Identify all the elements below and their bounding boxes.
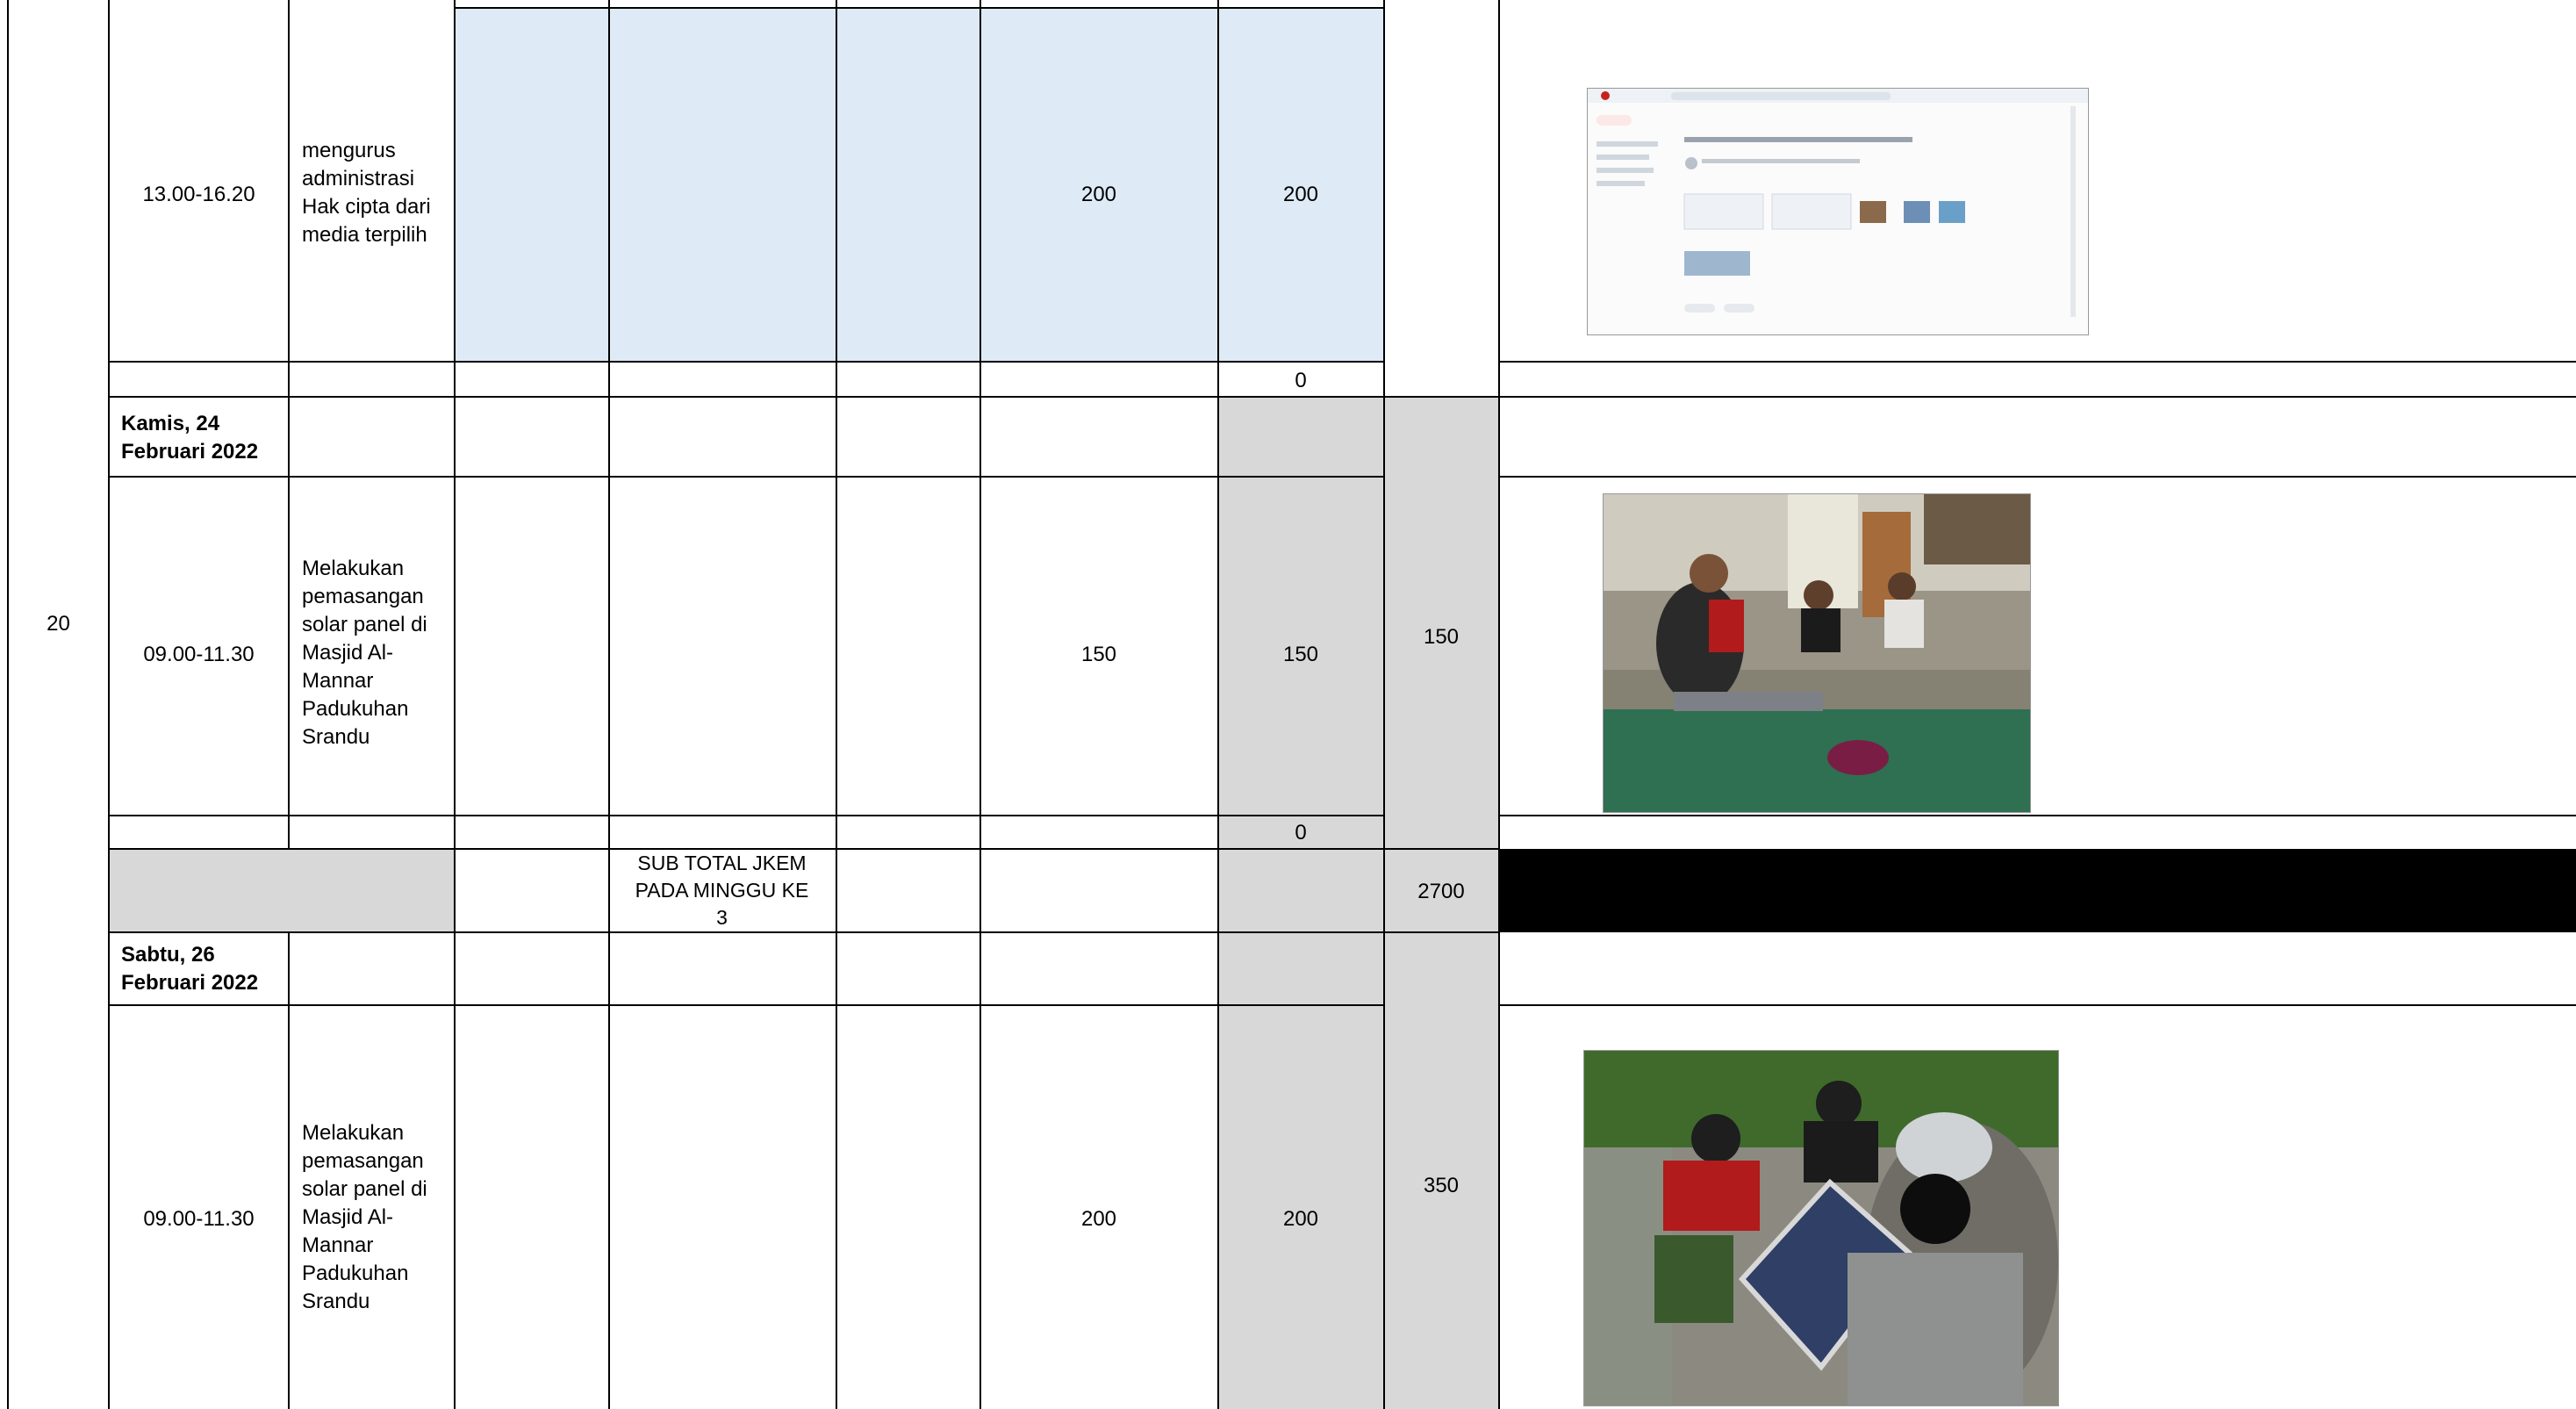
week-number: 20 xyxy=(47,612,70,636)
grid-line xyxy=(608,0,610,1409)
subtotal-value: 2700 xyxy=(1417,880,1465,903)
grid-line xyxy=(288,0,290,849)
grid-line xyxy=(1498,361,2576,363)
value-cell: 200 xyxy=(1080,183,1117,206)
grid-line xyxy=(979,0,981,1409)
grid-line xyxy=(7,0,9,1409)
time-cell: 09.00-11.30 xyxy=(143,643,255,666)
grid-line xyxy=(1498,476,2576,478)
grid-line xyxy=(108,476,1384,478)
activity-cell: mengurus administrasi Hak cipta dari med… xyxy=(302,139,431,247)
black-band xyxy=(1499,849,2576,932)
day-total-cell: 350 xyxy=(1423,1174,1460,1197)
grid-line xyxy=(108,396,2576,398)
activity-cell: Melakukan pemasangan solar panel di Masj… xyxy=(302,1121,427,1313)
grid-line xyxy=(108,815,1384,816)
grid-line xyxy=(1498,1004,2576,1006)
grid-line xyxy=(1498,815,2576,816)
grid-line xyxy=(454,0,456,1409)
grid-line xyxy=(108,1004,1384,1006)
day-total-cell: 150 xyxy=(1423,625,1460,649)
spreadsheet-page: 20 13.00-16.20 mengurus administrasi Hak… xyxy=(0,0,2576,1409)
activity-cell: Melakukan pemasangan solar panel di Masj… xyxy=(302,557,427,749)
gray-subtotal-hours xyxy=(1218,849,1383,932)
hours-cell: 200 xyxy=(1282,183,1319,206)
grid-line xyxy=(108,361,1384,363)
date-cell: Kamis, 24 Februari 2022 xyxy=(121,412,259,464)
value-cell: 200 xyxy=(1080,1207,1117,1231)
zero-cell: 0 xyxy=(1295,369,1307,392)
gray-subtotal-left xyxy=(109,849,455,932)
subtotal-label: SUB TOTAL JKEM PADA MINGGU KE 3 xyxy=(635,852,809,929)
gray-day-total-column-2 xyxy=(1383,932,1499,1409)
hours-cell: 150 xyxy=(1282,643,1319,666)
zero-cell: 0 xyxy=(1295,821,1307,845)
grid-line xyxy=(836,0,837,1409)
solar-panel-indoor-photo xyxy=(1603,493,2031,813)
grid-line xyxy=(454,7,1384,9)
email-screenshot-image xyxy=(1587,88,2089,335)
solar-panel-outdoor-photo xyxy=(1583,1050,2059,1406)
grid-line xyxy=(1217,0,1219,1409)
hours-cell: 200 xyxy=(1282,1207,1319,1231)
gray-hours-column xyxy=(1218,397,1383,849)
date-cell: Sabtu, 26 Februari 2022 xyxy=(121,943,259,995)
time-cell: 13.00-16.20 xyxy=(142,183,255,206)
value-cell: 150 xyxy=(1080,643,1117,666)
grid-line xyxy=(108,931,1500,933)
grid-line xyxy=(108,0,110,1409)
time-cell: 09.00-11.30 xyxy=(143,1207,255,1231)
